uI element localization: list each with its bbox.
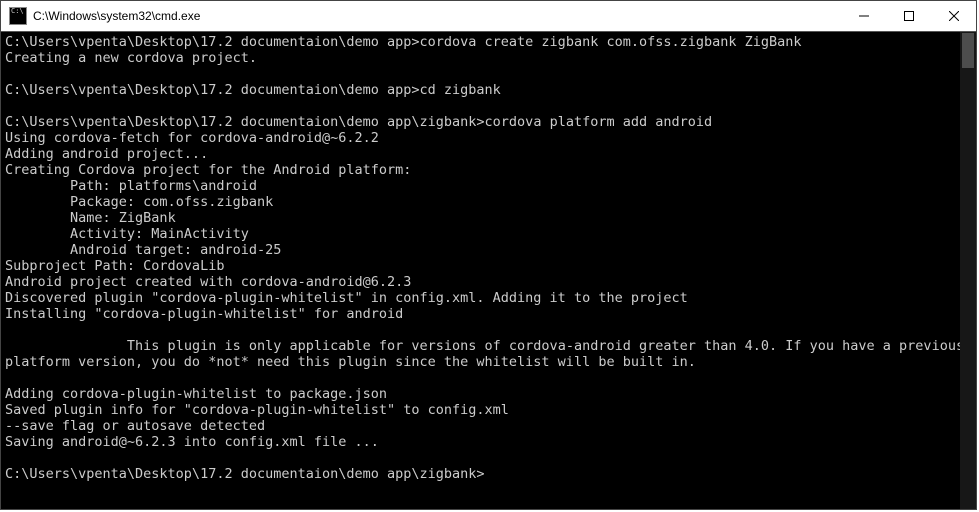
minimize-button[interactable] (841, 1, 886, 31)
output-line: Activity: MainActivity (5, 226, 249, 242)
prompt: C:\Users\vpenta\Desktop\17.2 documentaio… (5, 34, 420, 50)
output-line: Using cordova-fetch for cordova-android@… (5, 130, 379, 146)
prompt: C:\Users\vpenta\Desktop\17.2 documentaio… (5, 466, 485, 482)
output-line: This plugin is only applicable for versi… (5, 338, 972, 370)
titlebar[interactable]: C:\Windows\system32\cmd.exe (1, 1, 976, 32)
output-line: Discovered plugin "cordova-plugin-whitel… (5, 290, 688, 306)
cmd-icon (9, 7, 27, 25)
output-line: Package: com.ofss.zigbank (5, 194, 273, 210)
output-line: Path: platforms\android (5, 178, 257, 194)
output-line: Saving android@~6.2.3 into config.xml fi… (5, 434, 379, 450)
scrollbar[interactable] (960, 32, 976, 509)
close-button[interactable] (931, 1, 976, 31)
output-line: Saved plugin info for "cordova-plugin-wh… (5, 402, 509, 418)
window-controls (841, 1, 976, 31)
scrollbar-thumb[interactable] (962, 33, 974, 68)
cmd-window: C:\Windows\system32\cmd.exe C:\Users\vpe… (0, 0, 977, 510)
output-line: Creating a new cordova project. (5, 50, 257, 66)
prompt: C:\Users\vpenta\Desktop\17.2 documentaio… (5, 114, 485, 130)
output-line: Creating Cordova project for the Android… (5, 162, 411, 178)
output-line: Android target: android-25 (5, 242, 281, 258)
window-title: C:\Windows\system32\cmd.exe (33, 9, 841, 23)
output-line: Android project created with cordova-and… (5, 274, 411, 290)
output-line: Adding cordova-plugin-whitelist to packa… (5, 386, 387, 402)
output-line: --save flag or autosave detected (5, 418, 265, 434)
command-text: cordova platform add android (485, 114, 713, 130)
output-line: Installing "cordova-plugin-whitelist" fo… (5, 306, 403, 322)
output-line: Name: ZigBank (5, 210, 176, 226)
command-text: cd zigbank (420, 82, 501, 98)
maximize-button[interactable] (886, 1, 931, 31)
prompt: C:\Users\vpenta\Desktop\17.2 documentaio… (5, 82, 420, 98)
output-line: Adding android project... (5, 146, 208, 162)
console-output[interactable]: C:\Users\vpenta\Desktop\17.2 documentaio… (1, 32, 976, 509)
command-text: cordova create zigbank com.ofss.zigbank … (420, 34, 802, 50)
output-line: Subproject Path: CordovaLib (5, 258, 224, 274)
